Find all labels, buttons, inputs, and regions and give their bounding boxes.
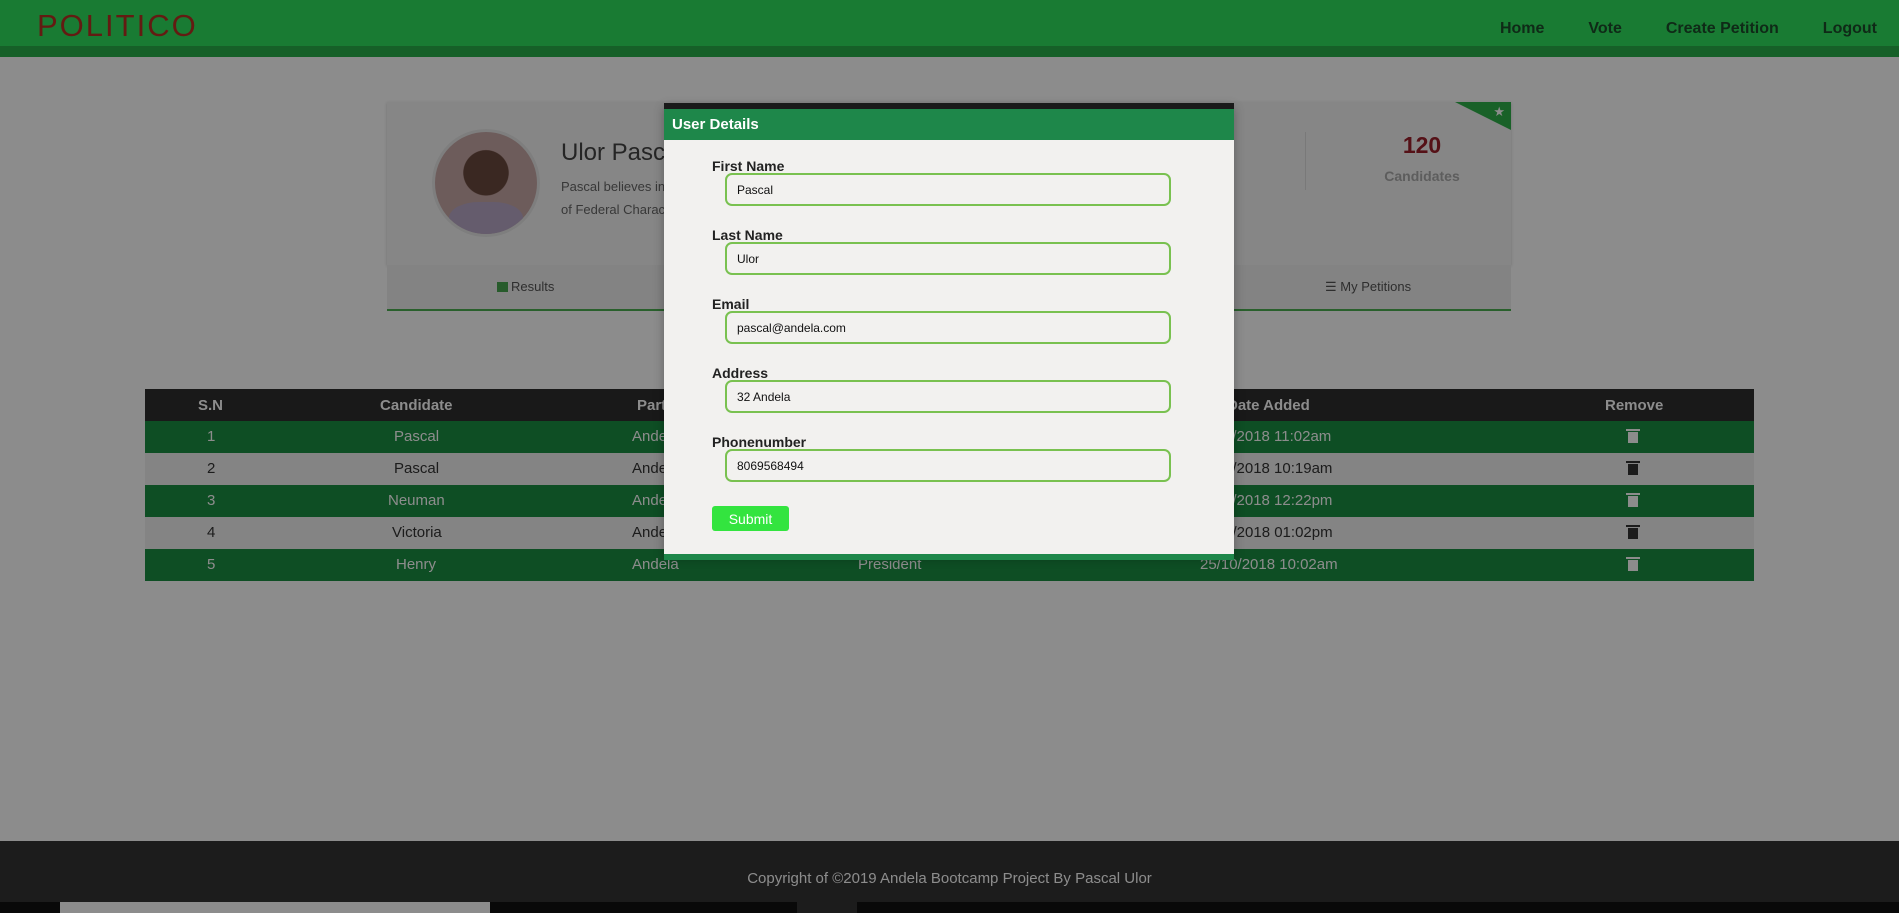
last-name-label: Last Name (712, 227, 783, 243)
last-name-input[interactable] (725, 242, 1171, 275)
first-name-input[interactable] (725, 173, 1171, 206)
address-label: Address (712, 365, 769, 381)
modal-title: User Details (664, 109, 1234, 140)
phone-number-input[interactable] (725, 449, 1171, 482)
email-label: Email (712, 296, 750, 312)
email-input[interactable] (725, 311, 1171, 344)
submit-button[interactable]: Submit (712, 506, 789, 531)
address-input[interactable] (725, 380, 1171, 413)
first-name-label: First Name (712, 158, 785, 174)
user-details-modal: User Details First Name Last Name Email … (664, 103, 1234, 560)
phone-number-label: Phonenumber (712, 434, 807, 450)
modal-bottom-bar (664, 554, 1234, 560)
